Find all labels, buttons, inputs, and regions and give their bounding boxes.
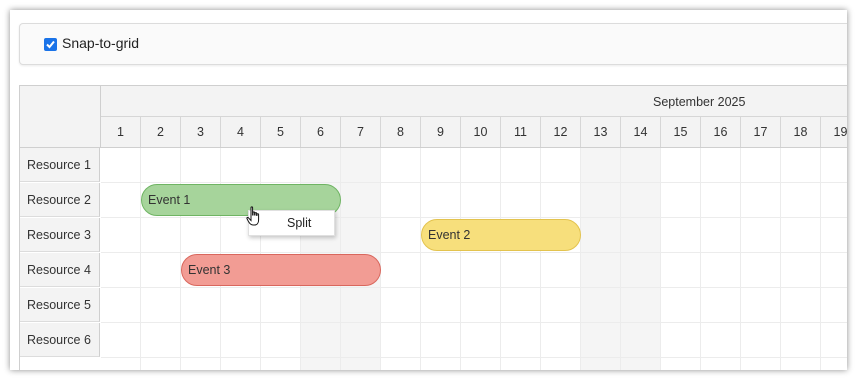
resource-label: Resource 4 — [20, 253, 100, 287]
day-header: 1 2 3 4 5 6 7 8 9 10 11 12 13 14 15 16 17 18 19 — [101, 117, 847, 148]
event-bar[interactable]: Event 3 — [181, 254, 381, 286]
day-header-cell: 9 — [421, 117, 461, 147]
grid-row[interactable] — [101, 148, 847, 183]
resource-label: Resource 5 — [20, 288, 100, 322]
resource-label: Resource 2 — [20, 183, 100, 217]
resource-label: Resource 1 — [20, 148, 100, 182]
day-header-cell: 19 — [821, 117, 847, 147]
resource-label: Resource 3 — [20, 218, 100, 252]
day-header-cell: 8 — [381, 117, 421, 147]
resource-rows: Resource 1 Resource 2 Resource 3 Resource 4… — [20, 148, 847, 370]
day-header-cell: 2 — [141, 117, 181, 147]
snap-to-grid-checkbox[interactable] — [44, 38, 57, 51]
header-corner — [20, 86, 101, 148]
grid-row[interactable] — [101, 323, 847, 358]
grid-row[interactable] — [101, 288, 847, 323]
day-header-cell: 10 — [461, 117, 501, 147]
resource-label: Resource 6 — [20, 323, 100, 357]
day-header-cell: 1 — [101, 117, 141, 147]
month-header: September 2025 — [101, 86, 847, 117]
day-header-cell: 18 — [781, 117, 821, 147]
day-header-cell: 11 — [501, 117, 541, 147]
day-header-cell: 15 — [661, 117, 701, 147]
day-header-cell: 4 — [221, 117, 261, 147]
month-label: September 2025 — [653, 95, 746, 109]
checkmark-icon — [46, 40, 55, 49]
day-header-cell: 17 — [741, 117, 781, 147]
day-header-cell: 3 — [181, 117, 221, 147]
day-header-cell: 12 — [541, 117, 581, 147]
day-header-cell: 5 — [261, 117, 301, 147]
day-header-cell: 6 — [301, 117, 341, 147]
menu-item-split[interactable]: Split — [287, 216, 311, 230]
toolbar: Snap-to-grid — [19, 23, 847, 65]
day-header-cell: 7 — [341, 117, 381, 147]
snap-to-grid-label[interactable]: Snap-to-grid — [62, 35, 139, 51]
day-header-cell: 16 — [701, 117, 741, 147]
hand-cursor-icon — [246, 206, 260, 226]
day-header-cell: 13 — [581, 117, 621, 147]
day-header-cell: 14 — [621, 117, 661, 147]
event-bar[interactable]: Event 2 — [421, 219, 581, 251]
app-window: Snap-to-grid September 2025 1 2 3 4 5 6 7 8 9 10 1… — [10, 10, 847, 370]
scheduler: September 2025 1 2 3 4 5 6 7 8 9 10 11 12 13 14 15 16 17… — [19, 85, 847, 370]
